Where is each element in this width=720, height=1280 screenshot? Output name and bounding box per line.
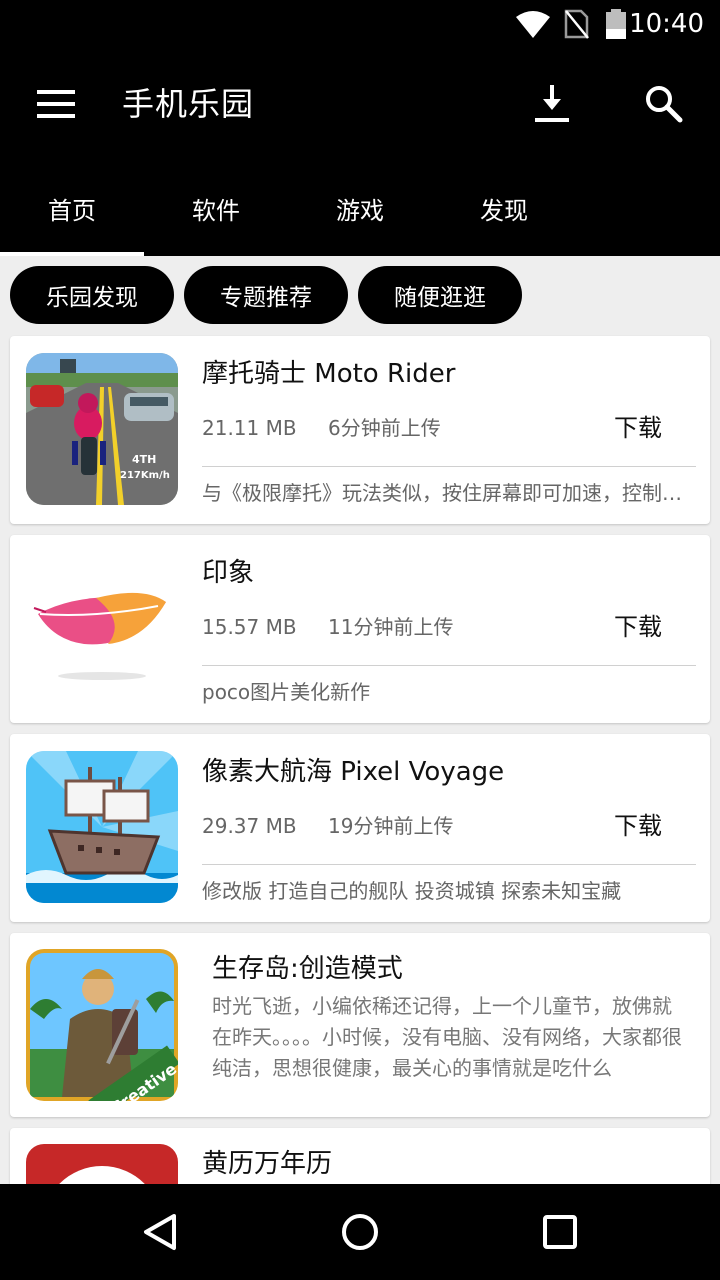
download-icon xyxy=(535,85,569,122)
app-name: 生存岛:创造模式 xyxy=(212,954,403,984)
svg-text:217Km/h: 217Km/h xyxy=(120,470,170,481)
back-icon xyxy=(144,1214,176,1250)
battery-icon xyxy=(606,9,626,39)
search-icon xyxy=(646,86,683,123)
recents-button[interactable] xyxy=(532,1204,588,1260)
app-size: 21.11 MB xyxy=(202,416,297,440)
app-description: 时光飞逝，小编依稀还记得，上一个儿童节，放佛就在昨天。。。。小时候，没有电脑、没… xyxy=(212,994,682,1080)
app-card-yinxiang[interactable]: 印象 15.57 MB 11分钟前上传 下载 poco图片美化新作 xyxy=(10,535,710,723)
menu-button[interactable] xyxy=(28,76,84,132)
system-nav-bar xyxy=(0,1184,720,1280)
tab-home[interactable]: 首页 xyxy=(0,160,144,256)
divider xyxy=(202,466,696,467)
app-description: poco图片美化新作 xyxy=(202,680,371,704)
tab-games[interactable]: 游戏 xyxy=(288,160,432,256)
no-sim-icon xyxy=(564,9,589,39)
app-list[interactable]: 乐园发现 专题推荐 随便逛逛 4TH 217Km/h 摩托骑士 Moto Rid… xyxy=(0,256,720,1184)
app-title: 手机乐园 xyxy=(122,85,255,123)
app-upload-time: 6分钟前上传 xyxy=(328,416,441,440)
status-time: 10:40 xyxy=(629,9,704,39)
back-button[interactable] xyxy=(132,1204,188,1260)
tab-bar: 首页 软件 游戏 发现 xyxy=(0,160,720,256)
chip-park-discover[interactable]: 乐园发现 xyxy=(10,266,174,324)
moto-rider-icon-text: 4TH xyxy=(132,453,156,466)
app-description: 修改版 打造自己的舰队 投资城镇 探索未知宝藏 xyxy=(202,879,622,903)
download-button[interactable]: 下载 xyxy=(614,810,662,842)
app-card-moto-rider[interactable]: 4TH 217Km/h 摩托骑士 Moto Rider 21.11 MB 6分钟… xyxy=(10,336,710,524)
app-name: 摩托骑士 Moto Rider xyxy=(202,359,456,389)
divider xyxy=(202,665,696,666)
almanac-icon: 黄 xyxy=(26,1144,178,1184)
divider xyxy=(202,864,696,865)
app-bar: 手机乐园 xyxy=(0,48,720,160)
app-description: 与《极限摩托》玩法类似，按住屏幕即可加速，控制摩托车在路上超车 xyxy=(202,481,692,505)
home-button[interactable] xyxy=(332,1204,388,1260)
app-card-pixel-voyage[interactable]: 像素大航海 Pixel Voyage 29.37 MB 19分钟前上传 下载 修… xyxy=(10,734,710,922)
app-size: 15.57 MB xyxy=(202,615,297,639)
app-name: 像素大航海 Pixel Voyage xyxy=(202,757,505,787)
app-name: 印象 xyxy=(202,558,255,588)
survival-island-icon: Creative xyxy=(26,949,178,1101)
app-upload-time: 19分钟前上传 xyxy=(328,814,454,838)
tab-software[interactable]: 软件 xyxy=(144,160,288,256)
app-name: 黄历万年历 xyxy=(202,1149,333,1179)
moto-rider-icon: 4TH 217Km/h xyxy=(26,353,178,505)
tab-discover[interactable]: 发现 xyxy=(432,160,576,256)
wifi-icon xyxy=(516,11,550,38)
app-card-almanac[interactable]: 黄 黄历万年历 xyxy=(10,1128,710,1184)
download-button[interactable]: 下载 xyxy=(614,611,662,643)
chip-random-browse[interactable]: 随便逛逛 xyxy=(358,266,522,324)
feather-icon xyxy=(26,552,178,704)
download-manager-button[interactable] xyxy=(524,76,580,132)
download-button[interactable]: 下载 xyxy=(614,412,662,444)
chip-featured-topics[interactable]: 专题推荐 xyxy=(184,266,348,324)
search-button[interactable] xyxy=(636,76,692,132)
home-icon xyxy=(342,1214,378,1250)
menu-icon xyxy=(37,90,75,118)
recents-icon xyxy=(543,1215,577,1249)
app-size: 29.37 MB xyxy=(202,814,297,838)
app-upload-time: 11分钟前上传 xyxy=(328,615,454,639)
pixel-ship-icon xyxy=(26,751,178,903)
app-card-survival-island[interactable]: Creative 生存岛:创造模式 时光飞逝，小编依稀还记得，上一个儿童节，放佛… xyxy=(10,933,710,1117)
status-bar: 10:40 xyxy=(0,0,720,48)
